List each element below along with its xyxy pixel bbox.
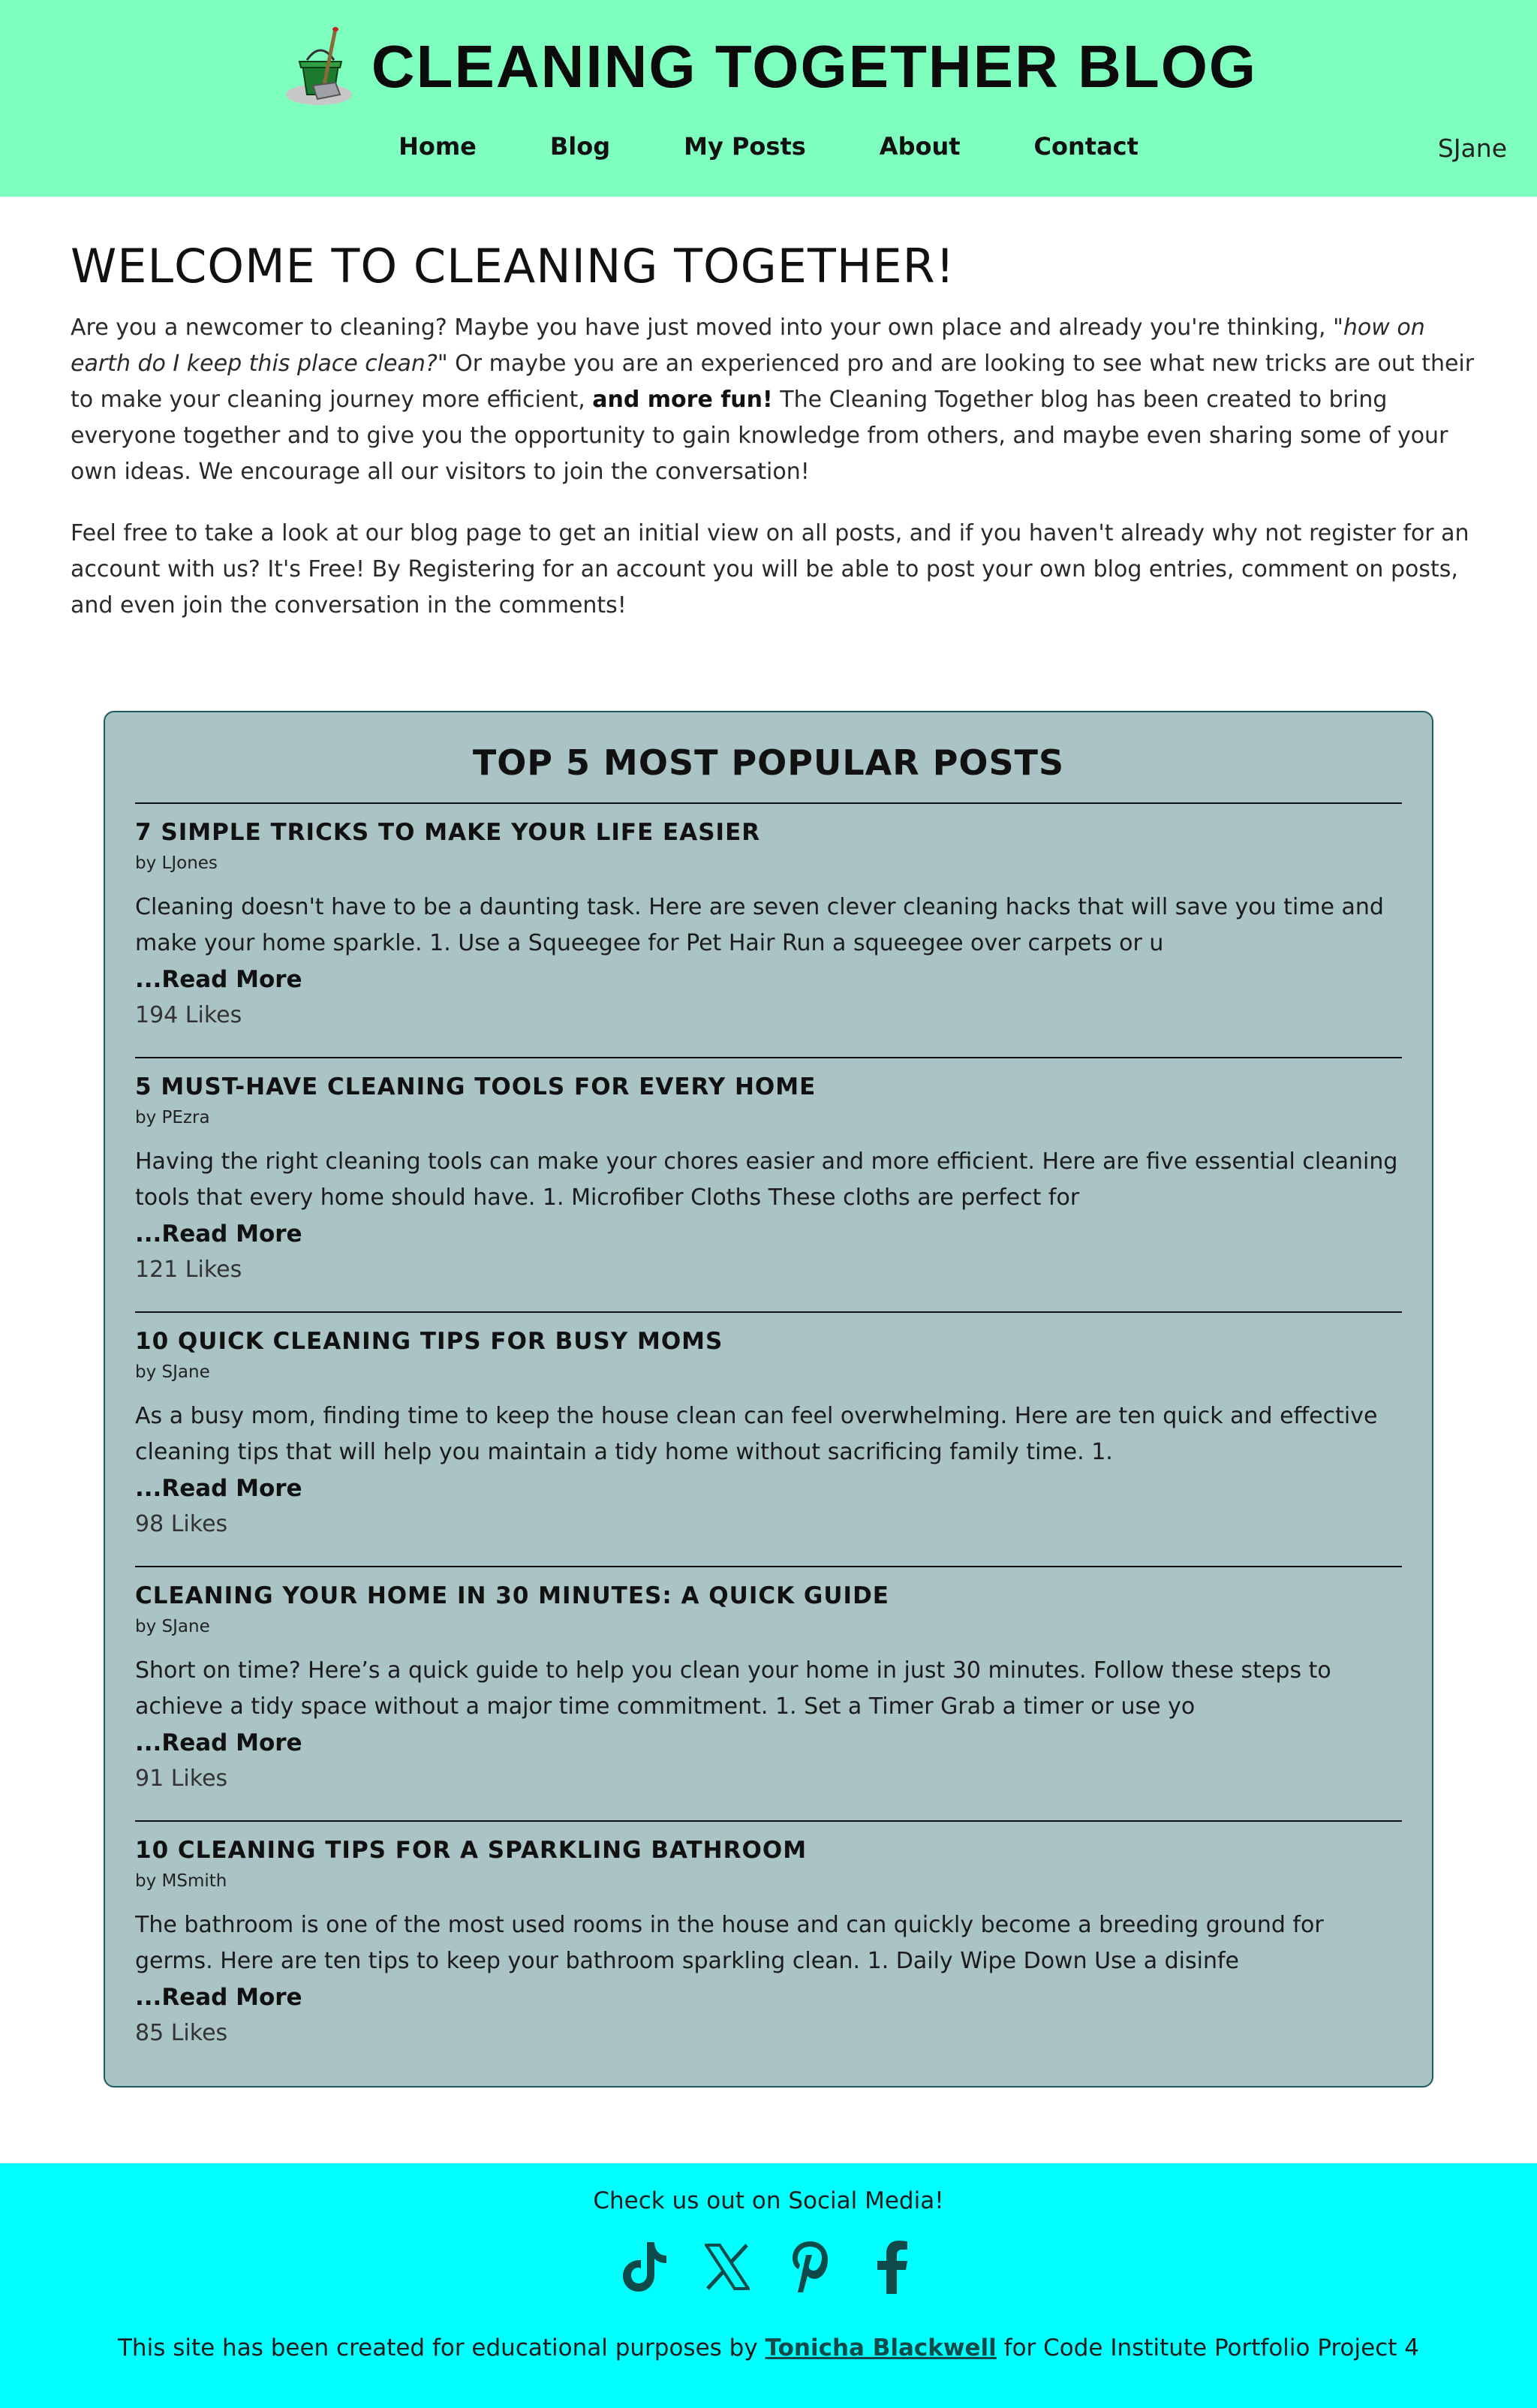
post-title: 10 QUICK CLEANING TIPS FOR BUSY MOMS [135,1328,723,1355]
nav-blog[interactable]: Blog [550,132,610,161]
credit-text-a: This site has been created for education… [118,2334,765,2361]
main-nav: Home Blog My Posts About Contact [0,132,1537,161]
welcome-title: WELCOME TO CLEANING TOGETHER! [71,239,955,293]
read-more-link[interactable]: ...Read More [135,1470,1402,1507]
credit-text-b: for Code Institute Portfolio Project 4 [996,2334,1419,2361]
post-likes: 91 Likes [135,1765,228,1792]
author-link[interactable]: Tonicha Blackwell [765,2334,997,2361]
post-card: 7 SIMPLE TRICKS TO MAKE YOUR LIFE EASIER… [135,802,1402,1057]
post-likes: 98 Likes [135,1511,228,1537]
read-more-link[interactable]: ...Read More [135,1725,1402,1761]
site-title: CLEANING TOGETHER BLOG [371,33,1258,100]
post-excerpt: Having the right cleaning tools can make… [135,1148,1398,1211]
current-user: SJane [1437,134,1507,163]
read-more-link[interactable]: ...Read More [135,962,1402,998]
post-likes: 194 Likes [135,1002,242,1028]
post-card: 5 MUST-HAVE CLEANING TOOLS FOR EVERY HOM… [135,1057,1402,1311]
social-icons [0,2238,1537,2295]
post-title: 10 CLEANING TIPS FOR A SPARKLING BATHROO… [135,1837,808,1864]
post-author: by PEzra [135,1108,210,1127]
nav-home[interactable]: Home [399,132,477,161]
welcome-paragraph-2: Feel free to take a look at our blog pag… [71,520,1469,619]
post-title: 7 SIMPLE TRICKS TO MAKE YOUR LIFE EASIER [135,819,761,846]
brand: CLEANING TOGETHER BLOG [0,26,1537,108]
post-excerpt: Short on time? Here’s a quick guide to h… [135,1657,1331,1720]
read-more-link[interactable]: ...Read More [135,1216,1402,1252]
welcome-bold: and more fun! [592,387,773,413]
post-author: by SJane [135,1617,210,1636]
post-card: 10 CLEANING TIPS FOR A SPARKLING BATHROO… [135,1820,1402,2075]
tiktok-icon[interactable] [618,2238,671,2295]
welcome-paragraph-1: Are you a newcomer to cleaning? Maybe yo… [71,310,1481,490]
post-excerpt: Cleaning doesn't have to be a daunting t… [135,894,1384,956]
pinterest-icon[interactable] [784,2238,836,2295]
post-author: by LJones [135,853,218,873]
x-icon[interactable] [701,2238,753,2295]
site-footer: Check us out on Social Media! This site … [0,2163,1537,2408]
post-excerpt: As a busy mom, finding time to keep the … [135,1403,1378,1465]
facebook-icon[interactable] [866,2238,919,2295]
nav-about[interactable]: About [880,132,961,161]
popular-posts-panel: TOP 5 MOST POPULAR POSTS 7 SIMPLE TRICKS… [104,711,1433,2087]
bucket-mop-icon [285,27,352,105]
post-author: by SJane [135,1362,210,1382]
popular-posts-title: TOP 5 MOST POPULAR POSTS [472,742,1065,783]
post-title: 5 MUST-HAVE CLEANING TOOLS FOR EVERY HOM… [135,1073,817,1100]
post-likes: 85 Likes [135,2020,228,2046]
post-likes: 121 Likes [135,1257,242,1283]
nav-contact[interactable]: Contact [1034,132,1138,161]
post-card: 10 QUICK CLEANING TIPS FOR BUSY MOMS by … [135,1311,1402,1566]
post-author: by MSmith [135,1871,227,1891]
social-title: Check us out on Social Media! [593,2187,944,2214]
site-header: CLEANING TOGETHER BLOG Home Blog My Post… [0,0,1537,197]
read-more-link[interactable]: ...Read More [135,1979,1402,2015]
post-title: CLEANING YOUR HOME IN 30 MINUTES: A QUIC… [135,1582,889,1609]
post-excerpt: The bathroom is one of the most used roo… [135,1912,1324,1974]
post-card: CLEANING YOUR HOME IN 30 MINUTES: A QUIC… [135,1566,1402,1820]
welcome-text-a: Are you a newcomer to cleaning? Maybe yo… [71,315,1343,341]
credit-line: This site has been created for education… [0,2334,1537,2361]
welcome-section: WELCOME TO CLEANING TOGETHER! Are you a … [71,239,1481,649]
nav-my-posts[interactable]: My Posts [684,132,806,161]
